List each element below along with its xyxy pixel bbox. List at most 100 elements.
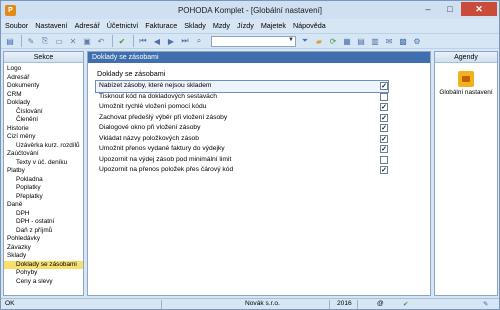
tree-item-cleneni[interactable]: Členění bbox=[4, 116, 83, 125]
last-record-icon[interactable]: ⏭ bbox=[179, 35, 191, 47]
options-list: Nabízet zásoby, které nejsou skladem ✓ Ti… bbox=[95, 80, 389, 176]
menu-nastaveni[interactable]: Nastavení bbox=[35, 21, 67, 30]
option-checkbox[interactable]: ✓ bbox=[380, 124, 388, 132]
status-bar: OK Novák s.r.o. 2016 @ ✔ ✎ bbox=[1, 298, 499, 309]
option-checkbox[interactable] bbox=[380, 155, 388, 164]
tree-item-dph[interactable]: DPH bbox=[4, 210, 83, 219]
tree-item-ceny-a-slevy[interactable]: Ceny a slevy bbox=[4, 278, 83, 287]
menu-bar: Soubor Nastavení Adresář Účetnictví Fakt… bbox=[1, 19, 499, 32]
option-row[interactable]: Vkládat názvy položkových zásob ✓ bbox=[96, 134, 388, 145]
status-check-icon: ✔ bbox=[403, 301, 409, 308]
delete-icon[interactable]: ✕ bbox=[67, 35, 79, 47]
app-window: P POHODA Komplet - [Globální nastavení] … bbox=[0, 0, 500, 310]
menu-sklady[interactable]: Sklady bbox=[184, 21, 206, 30]
report-icon[interactable]: ▤ bbox=[355, 35, 367, 47]
option-checkbox[interactable] bbox=[380, 92, 388, 101]
settings-panel-header: Doklady se zásobami bbox=[88, 52, 430, 63]
menu-jizdy[interactable]: Jízdy bbox=[237, 21, 254, 30]
option-row[interactable]: Umožnit přenos vydané faktury do výdejky… bbox=[96, 144, 388, 155]
tree-item-preplatky[interactable]: Přeplatky bbox=[4, 193, 83, 202]
prev-record-icon[interactable]: ◀ bbox=[151, 35, 163, 47]
tree-item-uzaverka-kurz-rozdilu[interactable]: Uzávěrka kurz. rozdílů bbox=[4, 142, 83, 151]
option-checkbox[interactable]: ✓ bbox=[380, 166, 388, 174]
tree-item-doklady[interactable]: Doklady bbox=[4, 99, 83, 108]
tree-item-adresar[interactable]: Adresář bbox=[4, 74, 83, 83]
next-record-icon[interactable]: ▶ bbox=[165, 35, 177, 47]
tree-item-pokladna[interactable]: Pokladna bbox=[4, 176, 83, 185]
menu-adresar[interactable]: Adresář bbox=[75, 21, 100, 30]
tree-item-dokumenty[interactable]: Dokumenty bbox=[4, 82, 83, 91]
menu-ucetnictvi[interactable]: Účetnictví bbox=[107, 21, 139, 30]
option-row[interactable]: Upozornit na přenos položek přes čárový … bbox=[96, 165, 388, 176]
option-label: Upozornit na výdej zásob pod minimální l… bbox=[99, 155, 232, 163]
print-icon[interactable]: ▦ bbox=[341, 35, 353, 47]
option-row[interactable]: Dialogové okno při vložení zásoby ✓ bbox=[96, 123, 388, 134]
tree-item-crm[interactable]: CRM bbox=[4, 91, 83, 100]
option-checkbox[interactable]: ✓ bbox=[380, 82, 388, 90]
filter-icon[interactable]: ⏷ bbox=[299, 35, 311, 47]
option-checkbox[interactable]: ✓ bbox=[380, 145, 388, 153]
tree-item-poplatky[interactable]: Poplatky bbox=[4, 184, 83, 193]
status-separator bbox=[357, 300, 358, 309]
save-icon[interactable]: ▣ bbox=[81, 35, 93, 47]
tree-item-pohyby[interactable]: Pohyby bbox=[4, 269, 83, 278]
search-icon[interactable]: ⌕ bbox=[193, 35, 205, 47]
tree-item-dan-z-prijmu[interactable]: Daň z příjmů bbox=[4, 227, 83, 236]
quick-search-combo[interactable]: ▼ bbox=[211, 35, 296, 47]
tree-item-doklady-se-zasobami[interactable]: Doklady se zásobami bbox=[4, 260, 83, 269]
status-separator bbox=[329, 300, 330, 309]
option-row[interactable]: Tisknout kód na dokladových sestavách bbox=[96, 92, 388, 103]
agenda-icon[interactable]: ▤ bbox=[4, 35, 16, 47]
menu-fakturace[interactable]: Fakturace bbox=[145, 21, 177, 30]
tree-item-cislovani[interactable]: Číslování bbox=[4, 108, 83, 117]
option-row[interactable]: Nabízet zásoby, které nejsou skladem ✓ bbox=[95, 80, 389, 93]
export-icon[interactable]: ▥ bbox=[369, 35, 381, 47]
agenda-label[interactable]: Globální nastavení bbox=[435, 89, 497, 96]
option-row[interactable]: Zachovat předešlý výběr při vložení záso… bbox=[96, 113, 388, 124]
minimize-button[interactable]: – bbox=[417, 2, 439, 16]
tree-item-texty-v-uc-deniku[interactable]: Texty v úč. deníku bbox=[4, 159, 83, 168]
menu-napoveda[interactable]: Nápověda bbox=[293, 21, 326, 30]
status-edit-icon: ✎ bbox=[483, 301, 489, 308]
tree-item-logo[interactable]: Logo bbox=[4, 65, 83, 74]
tree-item-zauctovani[interactable]: Zaúčtování bbox=[4, 150, 83, 159]
refresh-icon[interactable]: ⟳ bbox=[327, 35, 339, 47]
close-button[interactable]: ✕ bbox=[461, 2, 497, 16]
cancel-icon[interactable]: ↶ bbox=[95, 35, 107, 47]
option-checkbox[interactable]: ✓ bbox=[380, 103, 388, 111]
option-checkbox[interactable]: ✓ bbox=[380, 113, 388, 122]
option-label: Nabízet zásoby, které nejsou skladem bbox=[99, 82, 212, 89]
mail-icon[interactable]: ✉ bbox=[383, 35, 395, 47]
tree-item-platby[interactable]: Platby bbox=[4, 167, 83, 176]
option-label: Zachovat předešlý výběr při vložení záso… bbox=[99, 113, 228, 121]
settings-icon[interactable]: ⚙ bbox=[411, 35, 423, 47]
first-record-icon[interactable]: ⏮ bbox=[137, 35, 149, 47]
toolbar: ▤ ✎ ⎘ ▭ ✕ ▣ ↶ ✔ ⏮ ◀ ▶ ⏭ ⌕ ▼ ⏷ ▰ ⟳ ▦ ▤ ▥ … bbox=[1, 33, 499, 49]
global-settings-icon[interactable] bbox=[458, 71, 474, 87]
menu-soubor[interactable]: Soubor bbox=[5, 21, 28, 30]
toolbar-separator bbox=[133, 35, 134, 47]
status-separator bbox=[161, 300, 162, 309]
calculator-icon[interactable]: ▩ bbox=[397, 35, 409, 47]
maximize-button[interactable]: □ bbox=[439, 2, 461, 16]
new-record-icon[interactable]: ▭ bbox=[53, 35, 65, 47]
tree-item-historie[interactable]: Historie bbox=[4, 125, 83, 134]
tree-item-zavazky[interactable]: Závazky bbox=[4, 244, 83, 253]
check-icon[interactable]: ✔ bbox=[116, 35, 128, 47]
tree-item-dane[interactable]: Daně bbox=[4, 201, 83, 210]
tree-item-cizi-meny[interactable]: Cizí měny bbox=[4, 133, 83, 142]
tree-item-dph-ostatni[interactable]: DPH - ostatní bbox=[4, 218, 83, 227]
status-company: Novák s.r.o. bbox=[245, 300, 280, 307]
option-label: Dialogové okno při vložení zásoby bbox=[99, 124, 201, 131]
tree-item-pohledavky[interactable]: Pohledávky bbox=[4, 235, 83, 244]
toolbar-separator bbox=[21, 35, 22, 47]
copy-icon[interactable]: ⎘ bbox=[39, 35, 51, 47]
menu-majetek[interactable]: Majetek bbox=[261, 21, 286, 30]
tree-item-sklady[interactable]: Sklady bbox=[4, 252, 83, 261]
folder-icon[interactable]: ▰ bbox=[313, 35, 325, 47]
option-row[interactable]: Upozornit na výdej zásob pod minimální l… bbox=[96, 155, 388, 166]
option-row[interactable]: Umožnit rychlé vložení pomocí kódu ✓ bbox=[96, 102, 388, 113]
menu-mzdy[interactable]: Mzdy bbox=[213, 21, 230, 30]
option-checkbox[interactable]: ✓ bbox=[380, 134, 388, 143]
edit-icon[interactable]: ✎ bbox=[25, 35, 37, 47]
